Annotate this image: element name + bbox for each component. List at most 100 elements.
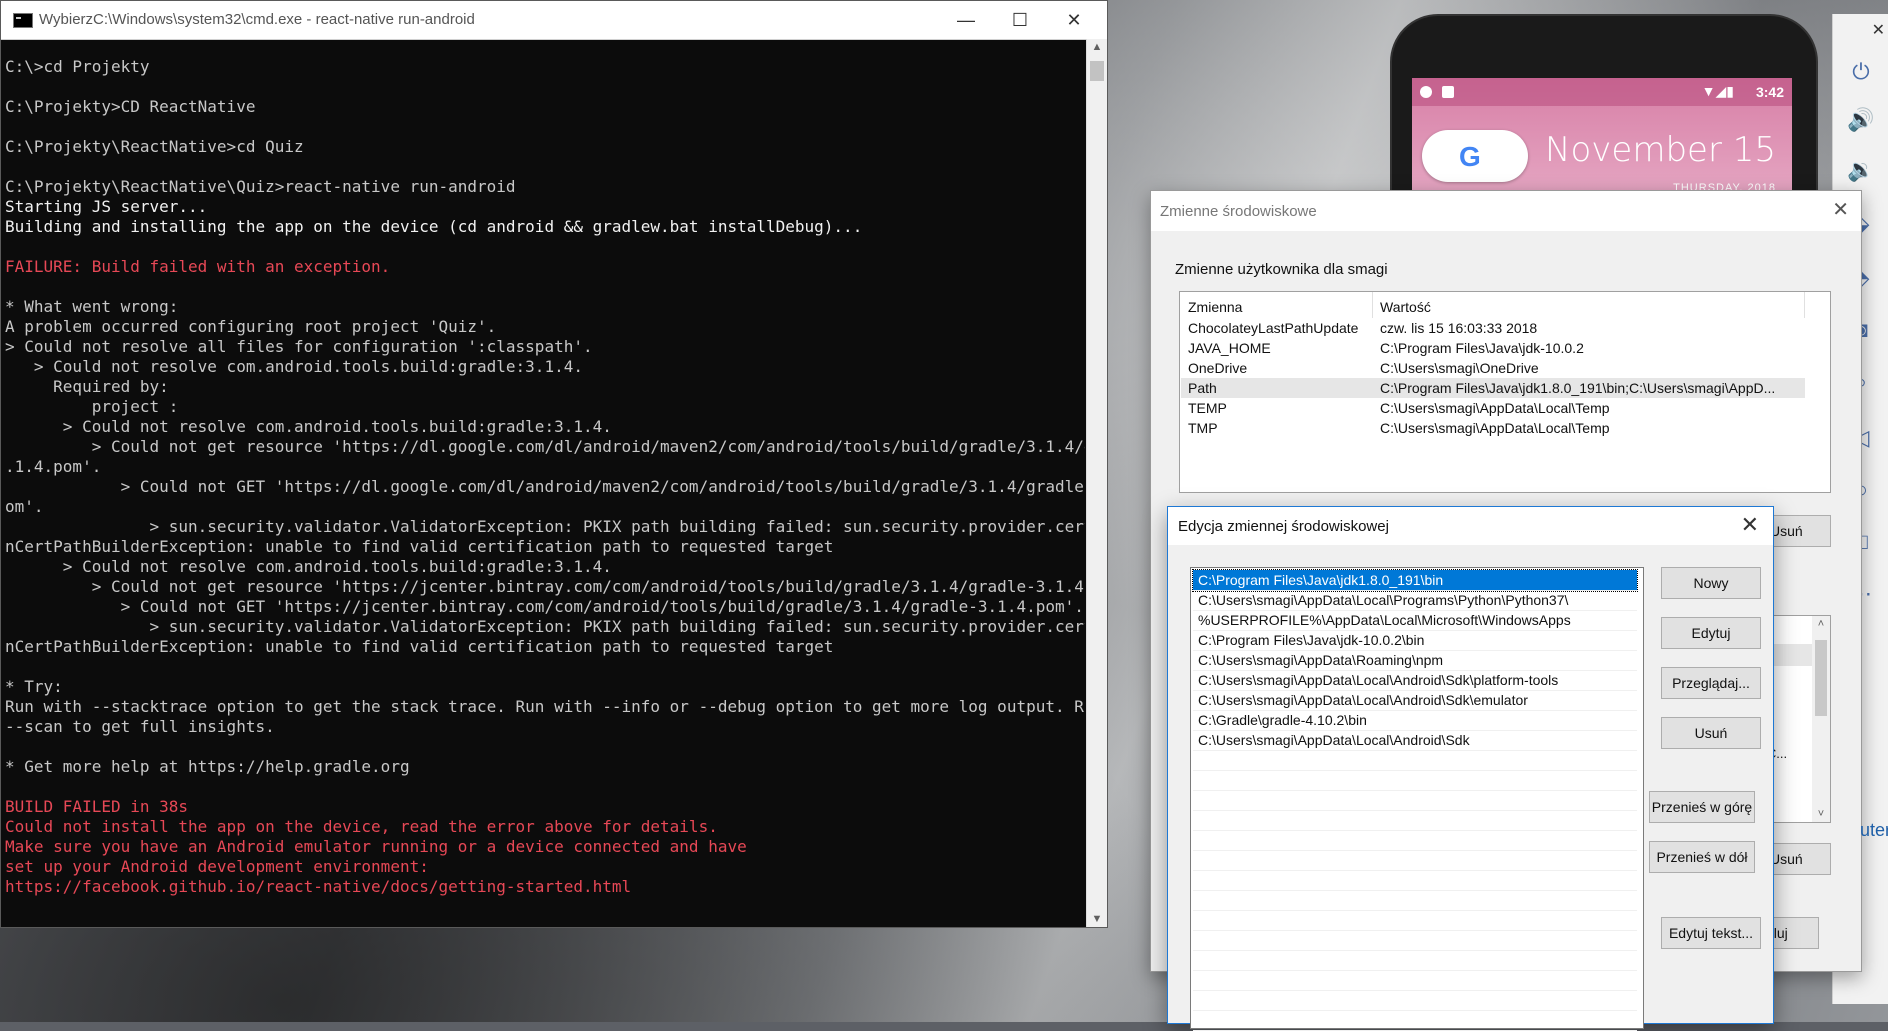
empty-path-row[interactable]	[1193, 890, 1637, 911]
path-entry[interactable]: %USERPROFILE%\AppData\Local\Microsoft\Wi…	[1193, 610, 1637, 631]
edit-environment-variable-dialog[interactable]: Edycja zmiennej środowiskowej ✕ C:\Progr…	[1167, 506, 1774, 1031]
date-widget[interactable]: November 15	[1545, 130, 1776, 170]
console-line: > Could not get resource 'https://dl.goo…	[5, 437, 1085, 456]
volume-up-icon[interactable]: 🔊	[1847, 106, 1875, 134]
user-variable-row[interactable]: Path C:\Program Files\Java\jdk1.8.0_191\b…	[1181, 378, 1805, 398]
emulator-close-icon[interactable]: ✕	[1872, 20, 1885, 40]
variable-name: ChocolateyLastPathUpdate	[1188, 320, 1359, 336]
column-header-name[interactable]: Zmienna	[1188, 299, 1242, 315]
empty-path-row[interactable]	[1193, 970, 1637, 991]
variable-value: C:\Program Files\Java\jdk1.8.0_191\bin;C…	[1380, 380, 1776, 396]
variable-value: C:\Users\smagi\AppData\Local\Temp	[1380, 400, 1610, 416]
path-entry[interactable]: C:\Gradle\gradle-4.10.2\bin	[1193, 710, 1637, 731]
console-line: project :	[5, 397, 179, 416]
cmd-window-title: WybierzC:\Windows\system32\cmd.exe - rea…	[39, 11, 475, 28]
user-variable-row[interactable]: TEMP C:\Users\smagi\AppData\Local\Temp	[1181, 398, 1805, 418]
path-entry[interactable]: C:\Users\smagi\AppData\Local\Programs\Py…	[1193, 590, 1637, 611]
path-entry-text: C:\Users\smagi\AppData\Local\Android\Sdk…	[1198, 672, 1559, 688]
console-line: > Could not GET 'https://dl.google.com/d…	[5, 477, 1085, 496]
console-line: FAILURE: Build failed with an exception.	[5, 257, 391, 276]
status-bar: ▼◢▮ 3:42	[1412, 78, 1792, 106]
console-line: Make sure you have an Android emulator r…	[5, 837, 747, 856]
path-entry-text: C:\Program Files\Java\jdk1.8.0_191\bin	[1198, 572, 1444, 588]
path-entry[interactable]: C:\Users\smagi\AppData\Local\Android\Sdk…	[1193, 670, 1637, 691]
delete-button[interactable]: Usuń	[1661, 717, 1761, 749]
empty-path-row[interactable]	[1193, 870, 1637, 891]
google-search-widget[interactable]: G	[1422, 130, 1528, 182]
move-up-button[interactable]: Przenieś w górę	[1649, 791, 1755, 823]
notification-icon	[1420, 86, 1432, 98]
close-button[interactable]: ✕	[1047, 1, 1101, 39]
edit-button[interactable]: Edytuj	[1661, 617, 1761, 649]
wifi-signal-battery-icon: ▼◢▮	[1701, 83, 1734, 99]
maximize-button[interactable]: ☐	[993, 1, 1047, 39]
user-variables-list[interactable]: Zmienna Wartość ChocolateyLastPathUpdate…	[1179, 291, 1831, 493]
new-button[interactable]: Nowy	[1661, 567, 1761, 599]
user-variable-row[interactable]: OneDrive C:\Users\smagi\OneDrive	[1181, 358, 1805, 378]
minimize-button[interactable]: —	[939, 1, 993, 39]
variable-value: C:\Program Files\Java\jdk-10.0.2	[1380, 340, 1584, 356]
path-entry-text: %USERPROFILE%\AppData\Local\Microsoft\Wi…	[1198, 612, 1571, 628]
console-line: C:\Projekty>CD ReactNative	[5, 97, 256, 116]
console-line: > Could not resolve com.android.tools.bu…	[5, 357, 583, 376]
empty-path-row[interactable]	[1193, 950, 1637, 971]
system-delete-button[interactable]: Usuń	[1765, 843, 1831, 875]
scrollbar-thumb[interactable]	[1815, 640, 1827, 716]
scroll-down-icon[interactable]: ▼	[1087, 913, 1107, 925]
user-variable-row[interactable]: ChocolateyLastPathUpdate czw. lis 15 16:0…	[1181, 318, 1805, 338]
path-entry[interactable]: C:\Users\smagi\AppData\Local\Android\Sdk	[1193, 730, 1637, 751]
system-list-scrollbar[interactable]: ˄ ˅	[1812, 616, 1830, 822]
console-scrollbar[interactable]: ▲ ▼	[1086, 39, 1107, 927]
scroll-down-icon[interactable]: ˅	[1812, 808, 1830, 820]
console-output[interactable]: C:\>cd Projekty C:\Projekty>CD ReactNativ…	[5, 57, 1085, 917]
console-line: * Get more help at https://help.gradle.o…	[5, 757, 410, 776]
empty-path-row[interactable]	[1193, 990, 1637, 1011]
empty-path-row[interactable]	[1193, 1010, 1637, 1031]
column-header-value[interactable]: Wartość	[1380, 299, 1431, 315]
google-logo-icon: G	[1459, 141, 1481, 172]
empty-path-row[interactable]	[1193, 930, 1637, 951]
path-entries-list[interactable]: C:\Program Files\Java\jdk1.8.0_191\bin C:…	[1190, 567, 1644, 1031]
column-separator	[1372, 292, 1373, 318]
console-line: * Try:	[5, 677, 63, 696]
edit-dialog-title-bar[interactable]: Edycja zmiennej środowiskowej ✕	[1168, 507, 1773, 545]
user-variable-row[interactable]: JAVA_HOME C:\Program Files\Java\jdk-10.0.…	[1181, 338, 1805, 358]
edit-dialog-close-button[interactable]: ✕	[1741, 512, 1759, 538]
edit-dialog-title: Edycja zmiennej środowiskowej	[1178, 518, 1389, 535]
empty-path-row[interactable]	[1193, 830, 1637, 851]
user-variable-row[interactable]: TMP C:\Users\smagi\AppData\Local\Temp	[1181, 418, 1805, 438]
path-entry-text: C:\Users\smagi\AppData\Roaming\npm	[1198, 652, 1444, 668]
env-dialog-title-bar[interactable]: Zmienne środowiskowe ✕	[1151, 191, 1861, 231]
path-entry[interactable]: C:\Program Files\Java\jdk-10.0.2\bin	[1193, 630, 1637, 651]
empty-path-row[interactable]	[1193, 750, 1637, 771]
path-entry[interactable]: C:\Users\smagi\AppData\Roaming\npm	[1193, 650, 1637, 671]
scroll-up-icon[interactable]: ▲	[1087, 41, 1107, 53]
empty-path-row[interactable]	[1193, 790, 1637, 811]
power-icon[interactable]: ⏻	[1847, 58, 1875, 86]
empty-path-row[interactable]	[1193, 850, 1637, 871]
env-dialog-title: Zmienne środowiskowe	[1160, 203, 1317, 220]
variable-value: C:\Users\smagi\AppData\Local\Temp	[1380, 420, 1610, 436]
scroll-up-icon[interactable]: ˄	[1812, 618, 1830, 630]
column-separator	[1804, 292, 1805, 318]
empty-path-row[interactable]	[1193, 770, 1637, 791]
console-line: .1.4.pom'.	[5, 457, 102, 476]
console-line: > Could not resolve com.android.tools.bu…	[5, 417, 612, 436]
cmd-title-bar[interactable]: WybierzC:\Windows\system32\cmd.exe - rea…	[1, 1, 1107, 40]
user-delete-button[interactable]: Usuń	[1765, 515, 1831, 547]
scrollbar-thumb[interactable]	[1090, 61, 1104, 81]
edit-text-button[interactable]: Edytuj tekst...	[1661, 917, 1761, 949]
user-variables-label: Zmienne użytkownika dla smagi	[1175, 261, 1388, 278]
console-line: > Could not get resource 'https://jcente…	[5, 577, 1085, 596]
empty-path-row[interactable]	[1193, 910, 1637, 931]
volume-down-icon[interactable]: 🔉	[1847, 156, 1875, 184]
env-dialog-close-button[interactable]: ✕	[1832, 197, 1849, 222]
path-entry[interactable]: C:\Users\smagi\AppData\Local\Android\Sdk…	[1193, 690, 1637, 711]
browse-button[interactable]: Przeglądaj...	[1661, 667, 1761, 699]
console-line: set up your Android development environm…	[5, 857, 429, 876]
move-down-button[interactable]: Przenieś w dół	[1649, 841, 1755, 873]
cmd-window[interactable]: WybierzC:\Windows\system32\cmd.exe - rea…	[0, 0, 1108, 928]
empty-path-row[interactable]	[1193, 810, 1637, 831]
path-entry[interactable]: C:\Program Files\Java\jdk1.8.0_191\bin	[1192, 569, 1638, 592]
